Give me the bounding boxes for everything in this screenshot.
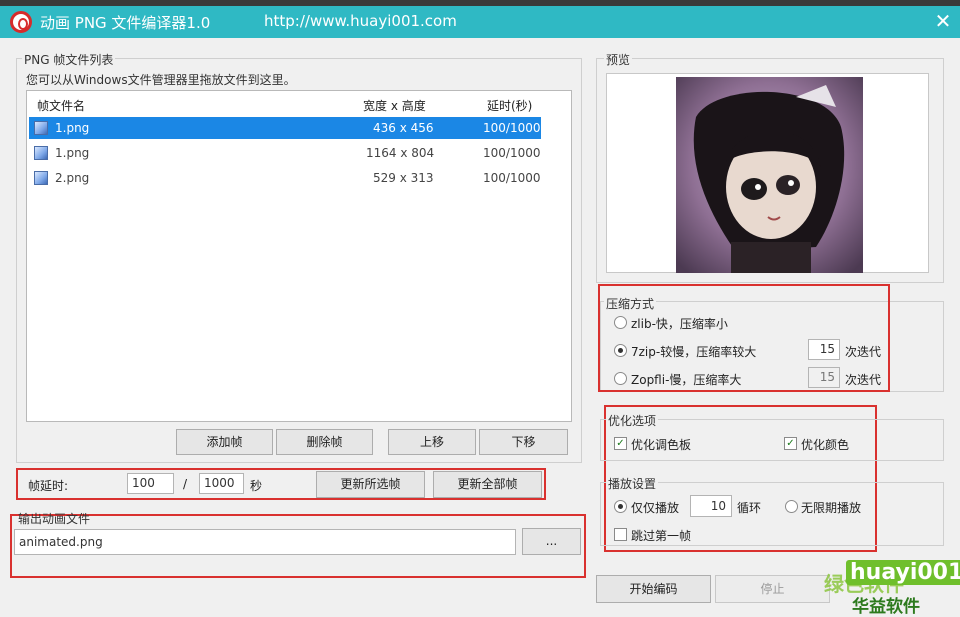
watermark-name: 华益软件 bbox=[852, 597, 920, 617]
zopfli-label[interactable]: Zopfli-慢，压缩率大 bbox=[631, 371, 741, 388]
7zip-iterations-suffix: 次迭代 bbox=[845, 345, 882, 359]
delay-denominator-input[interactable]: 1000 bbox=[199, 473, 244, 494]
row-delay: 100/1000 bbox=[483, 171, 541, 185]
png-file-icon bbox=[34, 146, 48, 160]
7zip-radio[interactable] bbox=[614, 344, 627, 357]
delay-unit: 秒 bbox=[250, 479, 263, 493]
infinite-play-radio[interactable] bbox=[785, 500, 798, 513]
png-file-icon bbox=[34, 171, 48, 185]
delete-frame-button[interactable]: 删除帧 bbox=[276, 429, 373, 455]
table-row[interactable]: 2.png 529 x 313 100/1000 bbox=[29, 167, 541, 189]
column-header-size[interactable]: 宽度 x 高度 bbox=[363, 97, 426, 114]
add-frame-button[interactable]: 添加帧 bbox=[176, 429, 273, 455]
compression-group-label: 压缩方式 bbox=[604, 295, 657, 312]
row-size: 1164 x 804 bbox=[366, 146, 435, 160]
update-selected-button[interactable]: 更新所选帧 bbox=[316, 471, 425, 498]
output-filename-input[interactable]: animated.png bbox=[14, 529, 516, 555]
delay-separator: / bbox=[183, 477, 188, 491]
move-up-button[interactable]: 上移 bbox=[388, 429, 476, 455]
preview-image bbox=[676, 77, 863, 273]
loop-count-input[interactable]: 10 bbox=[690, 495, 732, 517]
title-bar: 动画 PNG 文件编译器1.0 http://www.huayi001.com … bbox=[0, 6, 960, 38]
preview-group-label: 预览 bbox=[604, 51, 633, 68]
optimize-group-label: 优化选项 bbox=[606, 412, 659, 429]
delay-numerator-input[interactable]: 100 bbox=[127, 473, 174, 494]
drag-hint: 您可以从Windows文件管理器里拖放文件到这里。 bbox=[26, 73, 296, 87]
row-filename: 1.png bbox=[55, 121, 90, 135]
watermark-brand: huayi001 bbox=[846, 560, 960, 585]
optimize-color-label[interactable]: 优化颜色 bbox=[801, 436, 849, 453]
frame-list-group-label: PNG 帧文件列表 bbox=[22, 51, 116, 68]
close-icon[interactable]: ✕ bbox=[930, 8, 956, 34]
preview-frame bbox=[606, 73, 929, 273]
play-only-label[interactable]: 仅仅播放 bbox=[631, 499, 679, 516]
watermark-logo: 绿色软件 huayi001 华益软件 bbox=[822, 560, 960, 617]
zopfli-iterations-input[interactable]: 15 bbox=[808, 367, 840, 388]
play-only-radio[interactable] bbox=[614, 500, 627, 513]
infinite-play-label[interactable]: 无限期播放 bbox=[801, 499, 861, 516]
7zip-iterations-input[interactable]: 15 bbox=[808, 339, 840, 360]
zopfli-iterations-suffix: 次迭代 bbox=[845, 373, 882, 387]
browse-button[interactable]: ... bbox=[522, 528, 581, 555]
stop-button[interactable]: 停止 bbox=[715, 575, 830, 603]
table-row[interactable]: 1.png 436 x 456 100/1000 bbox=[29, 117, 541, 139]
window-title: 动画 PNG 文件编译器1.0 bbox=[40, 14, 211, 32]
optimize-palette-checkbox[interactable]: ✓ bbox=[614, 437, 627, 450]
zlib-label[interactable]: zlib-快，压缩率小 bbox=[631, 315, 728, 332]
window-url: http://www.huayi001.com bbox=[264, 12, 457, 30]
zlib-radio[interactable] bbox=[614, 316, 627, 329]
output-group-label: 输出动画文件 bbox=[18, 512, 91, 526]
table-row[interactable]: 1.png 1164 x 804 100/1000 bbox=[29, 142, 541, 164]
frame-delay-label: 帧延时: bbox=[28, 479, 69, 493]
row-delay: 100/1000 bbox=[483, 121, 541, 135]
column-header-delay[interactable]: 延时(秒) bbox=[487, 97, 532, 114]
zopfli-radio[interactable] bbox=[614, 372, 627, 385]
row-filename: 1.png bbox=[55, 146, 90, 160]
7zip-label[interactable]: 7zip-较慢，压缩率较大 bbox=[631, 343, 756, 360]
row-delay: 100/1000 bbox=[483, 146, 541, 160]
update-all-button[interactable]: 更新全部帧 bbox=[433, 471, 542, 498]
app-logo-icon bbox=[10, 11, 32, 33]
column-header-filename[interactable]: 帧文件名 bbox=[37, 97, 85, 114]
optimize-palette-label[interactable]: 优化调色板 bbox=[631, 436, 691, 453]
start-encoding-button[interactable]: 开始编码 bbox=[596, 575, 711, 603]
loop-unit: 循环 bbox=[737, 501, 762, 515]
optimize-color-checkbox[interactable]: ✓ bbox=[784, 437, 797, 450]
skip-first-label[interactable]: 跳过第一帧 bbox=[631, 527, 691, 544]
playback-group-label: 播放设置 bbox=[606, 475, 659, 492]
row-filename: 2.png bbox=[55, 171, 90, 185]
skip-first-checkbox[interactable] bbox=[614, 528, 627, 541]
png-file-icon bbox=[34, 121, 48, 135]
frame-list[interactable]: 帧文件名 宽度 x 高度 延时(秒) 1.png 436 x 456 100/1… bbox=[26, 90, 572, 422]
row-size: 529 x 313 bbox=[373, 171, 434, 185]
row-size: 436 x 456 bbox=[373, 121, 434, 135]
move-down-button[interactable]: 下移 bbox=[479, 429, 568, 455]
